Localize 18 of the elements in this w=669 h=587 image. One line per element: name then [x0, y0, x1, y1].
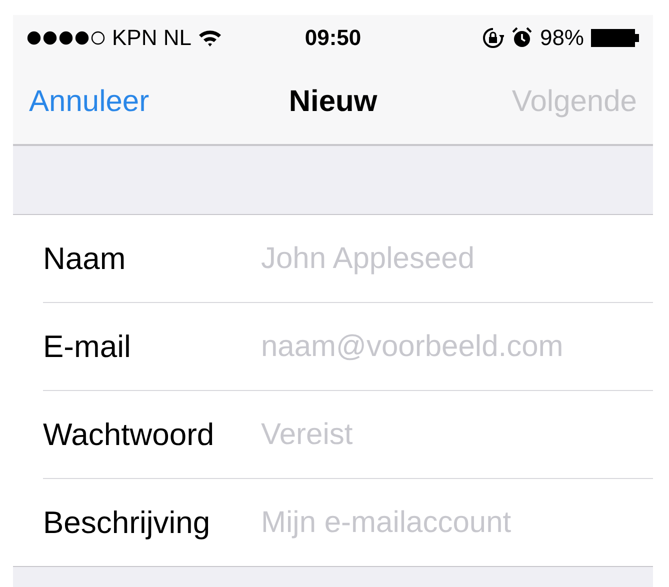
battery-icon	[591, 28, 639, 46]
field-label: Naam	[43, 240, 127, 276]
input-field[interactable]: naam@voorbeeld.com	[261, 330, 653, 364]
signal-icon	[27, 30, 105, 44]
alarm-clock-icon	[510, 26, 533, 48]
field-label: E-mail	[43, 328, 132, 364]
cancel-button[interactable]: Annuleer	[29, 85, 150, 119]
battery-percentage: 98%	[540, 24, 584, 50]
field-label: Wachtwoord	[43, 416, 216, 452]
input-field[interactable]: John Appleseed	[261, 242, 653, 276]
field-label: Beschrijving	[43, 504, 212, 540]
input-field[interactable]: Mijn e-mailaccount	[261, 506, 653, 540]
carrier-name: KPN NL	[112, 24, 192, 50]
nav-title: Nieuw	[288, 85, 378, 119]
input-field[interactable]: Vereist	[261, 418, 653, 452]
rotation-lock-icon	[482, 26, 504, 48]
wifi-icon	[198, 28, 222, 46]
status-time: 09:50	[304, 24, 362, 50]
